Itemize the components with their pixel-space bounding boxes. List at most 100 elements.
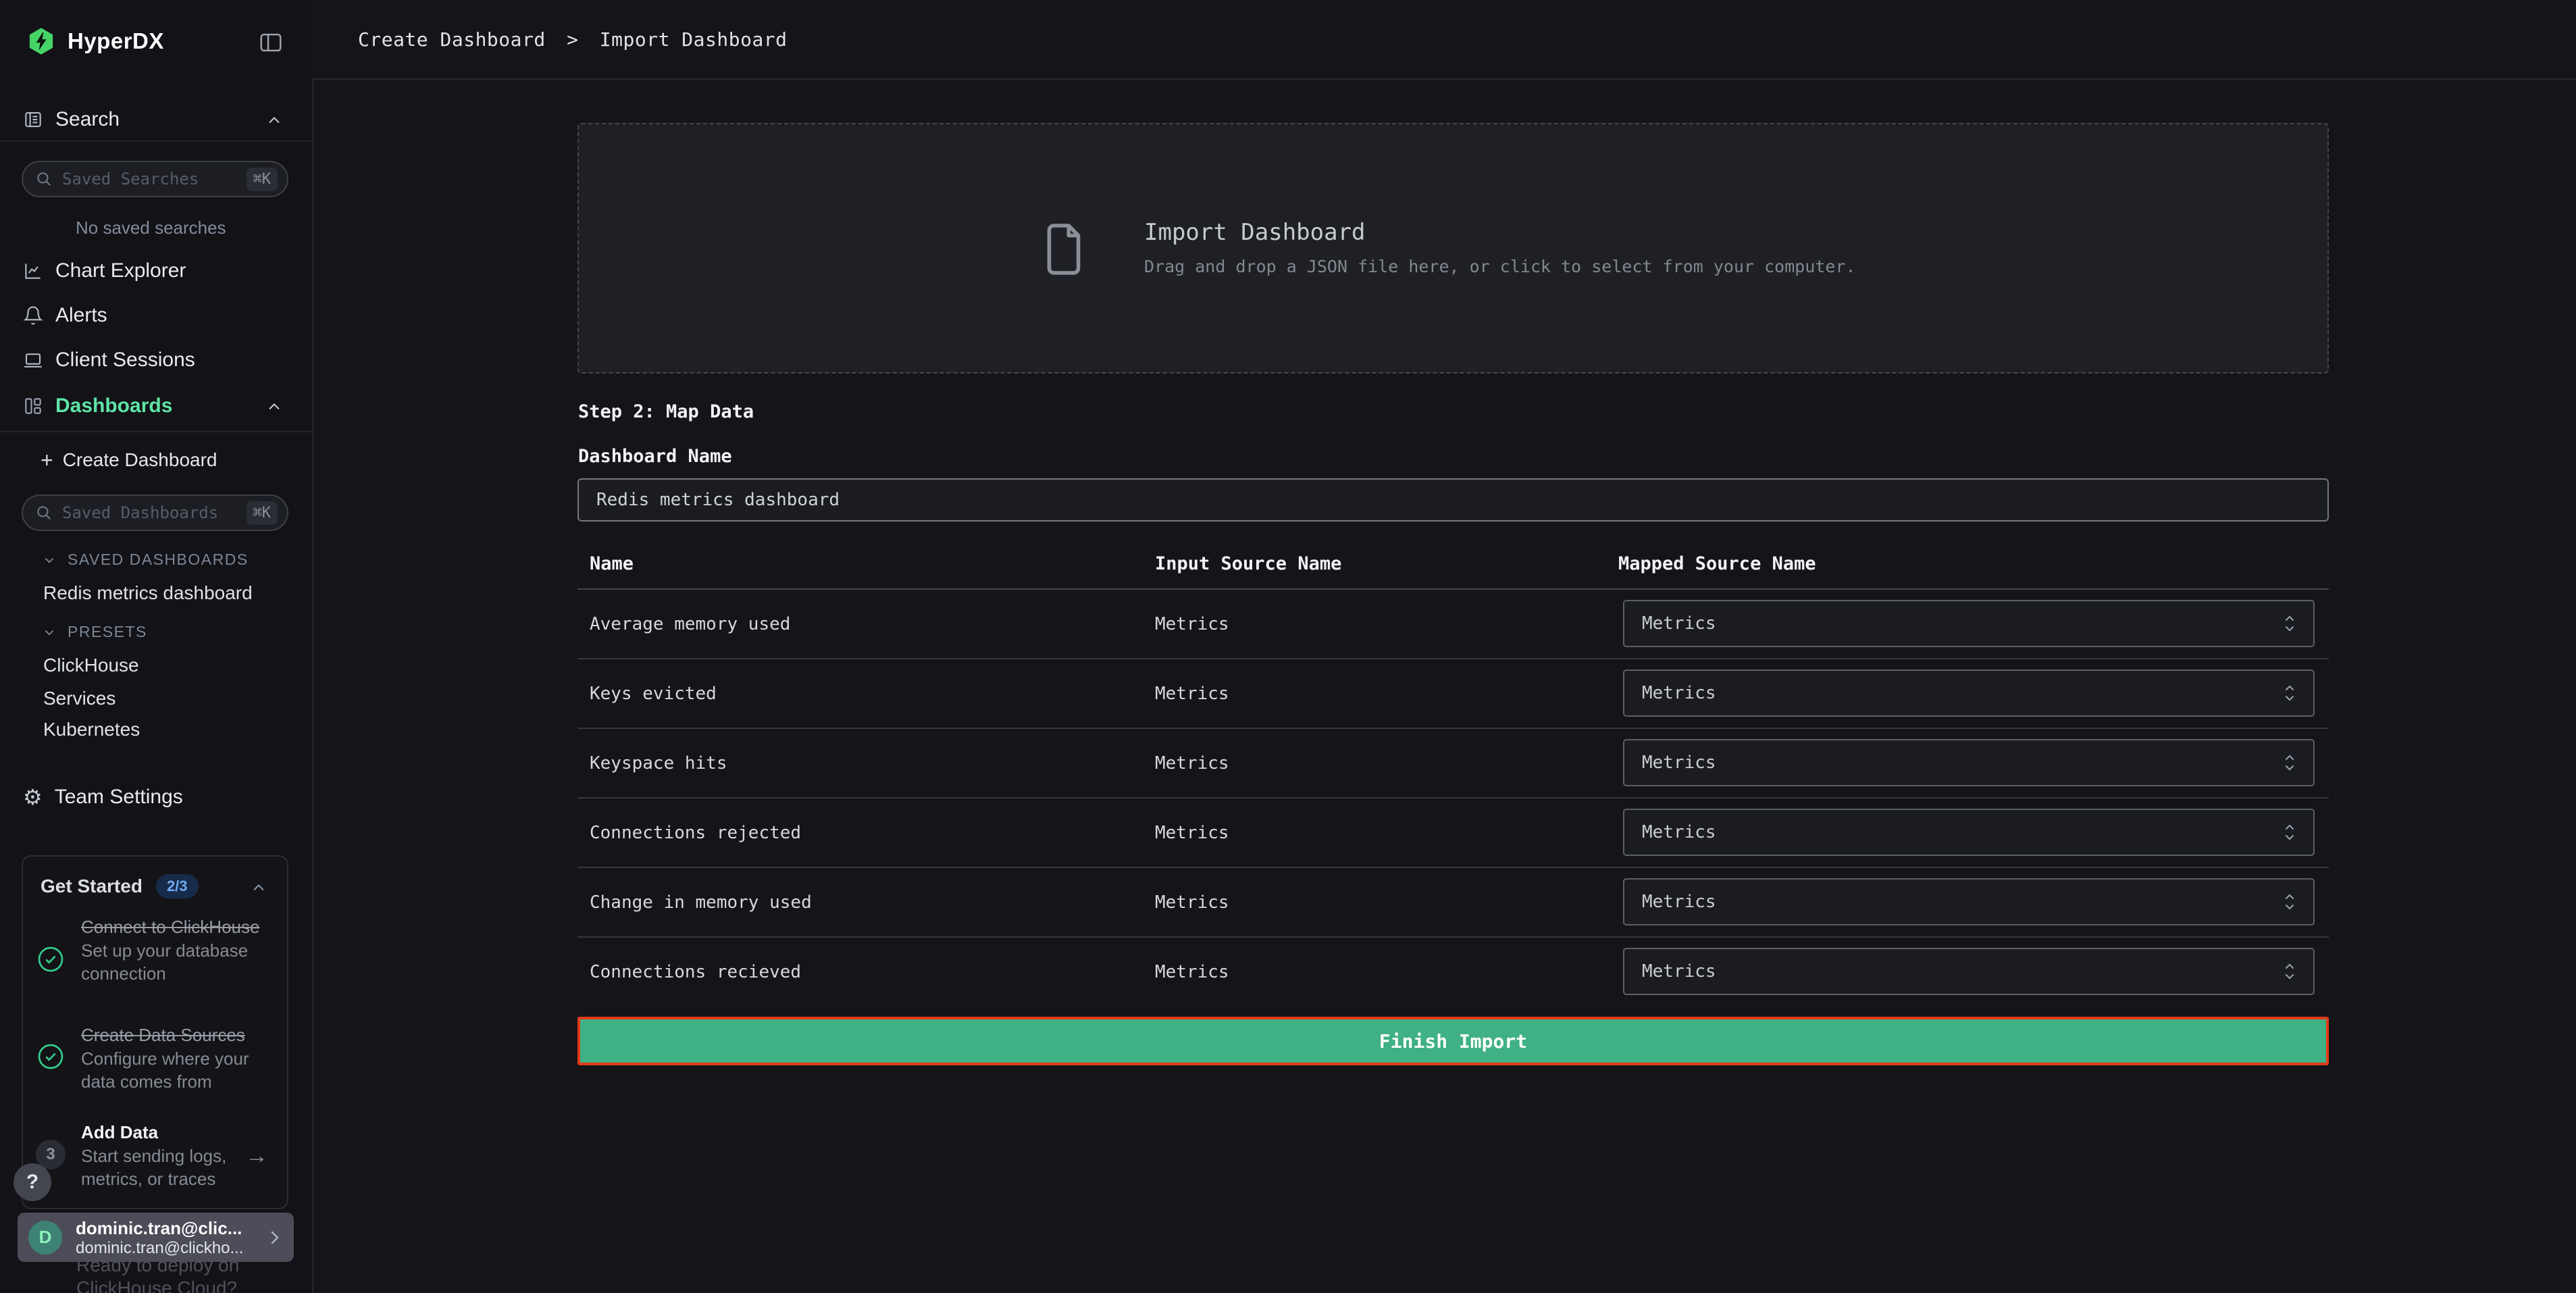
dashboards-section-label: Dashboards: [55, 395, 172, 417]
section-divider: [0, 141, 312, 142]
mapped-source-select[interactable]: Metrics: [1623, 948, 2315, 995]
item-desc: Configure where your data comes from: [81, 1047, 284, 1093]
item-desc: Set up your database connection: [81, 939, 284, 985]
sidebar-item-redis-metrics-dashboard[interactable]: Redis metrics dashboard: [43, 582, 253, 604]
get-started-chevron-up-icon[interactable]: [249, 878, 269, 898]
mapped-source-select[interactable]: Metrics: [1623, 600, 2315, 647]
saved-dashboards-input[interactable]: [61, 503, 247, 523]
team-settings-label: Team Settings: [55, 786, 183, 809]
select-chevrons-icon: [2284, 822, 2296, 842]
table-row: Keyspace hits Metrics Metrics: [577, 729, 2329, 798]
input-source-name: Metrics: [1155, 938, 1229, 1006]
arrow-right-icon[interactable]: →: [245, 1143, 268, 1169]
source-mapping-table: Name Input Source Name Mapped Source Nam…: [577, 545, 2329, 1006]
select-chevrons-icon: [2284, 753, 2296, 773]
select-chevrons-icon: [2284, 683, 2296, 703]
import-dropzone[interactable]: Import Dashboard Drag and drop a JSON fi…: [577, 123, 2329, 374]
sidebar-item-team-settings[interactable]: ⚙ Team Settings: [23, 782, 183, 812]
dashboard-name-label: Dashboard Name: [578, 446, 732, 467]
saved-searches-searchbox[interactable]: ⌘K: [22, 161, 288, 197]
select-chevrons-icon: [2284, 892, 2296, 912]
chart-name: Keyspace hits: [590, 729, 727, 797]
user-email: dominic.tran@clickho...: [76, 1239, 243, 1258]
sidebar-item-services[interactable]: Services: [43, 688, 115, 709]
sidebar-item-kubernetes[interactable]: Kubernetes: [43, 719, 140, 740]
create-dashboard-button[interactable]: + Create Dashboard: [41, 445, 217, 475]
get-started-progress-badge: 2/3: [156, 874, 199, 898]
check-circle-icon: [37, 1043, 64, 1070]
dashboards-section-chevron-up-icon[interactable]: [265, 397, 285, 417]
chart-name: Connections rejected: [590, 798, 801, 867]
selected-value: Metrics: [1642, 822, 1716, 842]
select-chevrons-icon: [2284, 613, 2296, 634]
help-button[interactable]: ?: [14, 1163, 51, 1201]
selected-value: Metrics: [1642, 683, 1716, 703]
selected-value: Metrics: [1642, 892, 1716, 912]
dashboard-name-input[interactable]: [577, 478, 2329, 522]
select-chevrons-icon: [2284, 961, 2296, 982]
group-label: PRESETS: [68, 623, 147, 641]
dropzone-title: Import Dashboard: [1144, 219, 1366, 246]
sidebar-section-search[interactable]: Search: [23, 105, 120, 134]
chart-name: Keys evicted: [590, 659, 717, 728]
mapped-source-select[interactable]: Metrics: [1623, 669, 2315, 717]
saved-dashboards-group-header[interactable]: SAVED DASHBOARDS: [42, 551, 249, 569]
breadcrumb-create-dashboard[interactable]: Create Dashboard: [358, 28, 546, 51]
table-row: Connections rejected Metrics Metrics: [577, 798, 2329, 868]
table-row: Keys evicted Metrics Metrics: [577, 659, 2329, 729]
search-section-icon: [23, 109, 43, 130]
finish-import-button[interactable]: Finish Import: [577, 1017, 2329, 1065]
app-logo[interactable]: HyperDX: [27, 27, 164, 55]
chevron-down-icon: [42, 553, 57, 567]
sidebar-item-chart-explorer[interactable]: Chart Explorer: [23, 256, 186, 286]
mapped-source-select[interactable]: Metrics: [1623, 878, 2315, 926]
section-divider: [0, 431, 312, 432]
item-title: Create Data Sources: [81, 1023, 284, 1047]
sidebar-item-client-sessions[interactable]: Client Sessions: [23, 345, 195, 375]
get-started-panel: Get Started 2/3 Connect to ClickHouse Se…: [22, 855, 288, 1209]
sidebar-item-alerts[interactable]: Alerts: [23, 301, 107, 330]
avatar: D: [28, 1221, 62, 1254]
chevron-right-icon: [264, 1227, 284, 1248]
saved-dashboards-shortcut: ⌘K: [247, 501, 278, 525]
file-icon: [1040, 220, 1087, 278]
topbar: Create Dashboard > Import Dashboard: [312, 0, 2576, 80]
input-source-name: Metrics: [1155, 868, 1229, 936]
breadcrumb: Create Dashboard > Import Dashboard: [358, 28, 788, 51]
saved-dashboards-searchbox[interactable]: ⌘K: [22, 495, 288, 531]
user-menu[interactable]: D dominic.tran@clic... dominic.tran@clic…: [18, 1213, 294, 1262]
mapped-source-select[interactable]: Metrics: [1623, 809, 2315, 856]
bell-icon: [23, 305, 43, 326]
hyperdx-app: HyperDX Search: [0, 0, 2576, 1293]
search-icon: [35, 170, 53, 188]
chart-name: Change in memory used: [590, 868, 812, 936]
saved-searches-input[interactable]: [61, 169, 247, 189]
get-started-item-connect[interactable]: Connect to ClickHouse Set up your databa…: [81, 915, 284, 985]
get-started-title: Get Started: [41, 876, 143, 897]
get-started-item-data-sources[interactable]: Create Data Sources Configure where your…: [81, 1023, 284, 1093]
mapped-source-select[interactable]: Metrics: [1623, 739, 2315, 786]
sidebar-section-dashboards[interactable]: Dashboards: [23, 391, 172, 421]
dropzone-subtitle: Drag and drop a JSON file here, or click…: [1144, 257, 1856, 276]
get-started-header[interactable]: Get Started 2/3: [41, 874, 199, 898]
input-source-name: Metrics: [1155, 798, 1229, 867]
table-row: Average memory used Metrics Metrics: [577, 590, 2329, 659]
saved-searches-shortcut: ⌘K: [247, 168, 278, 191]
sidebar-item-label: Chart Explorer: [55, 259, 186, 282]
search-section-chevron-up-icon[interactable]: [265, 111, 285, 131]
laptop-icon: [23, 350, 43, 370]
presets-group-header[interactable]: PRESETS: [42, 623, 147, 641]
input-source-name: Metrics: [1155, 659, 1229, 728]
chart-explorer-icon: [23, 261, 43, 281]
selected-value: Metrics: [1642, 753, 1716, 773]
breadcrumb-separator: >: [567, 28, 578, 51]
item-title: Add Data: [81, 1120, 249, 1144]
sidebar-item-clickhouse[interactable]: ClickHouse: [43, 655, 139, 676]
chart-name: Connections recieved: [590, 938, 801, 1006]
input-source-name: Metrics: [1155, 590, 1229, 658]
sidebar-collapse-icon[interactable]: [258, 30, 284, 55]
get-started-item-add-data[interactable]: Add Data Start sending logs, metrics, or…: [81, 1120, 249, 1190]
sidebar-item-label: Client Sessions: [55, 349, 195, 372]
column-header-input-source: Input Source Name: [1155, 553, 1341, 574]
group-label: SAVED DASHBOARDS: [68, 551, 249, 569]
